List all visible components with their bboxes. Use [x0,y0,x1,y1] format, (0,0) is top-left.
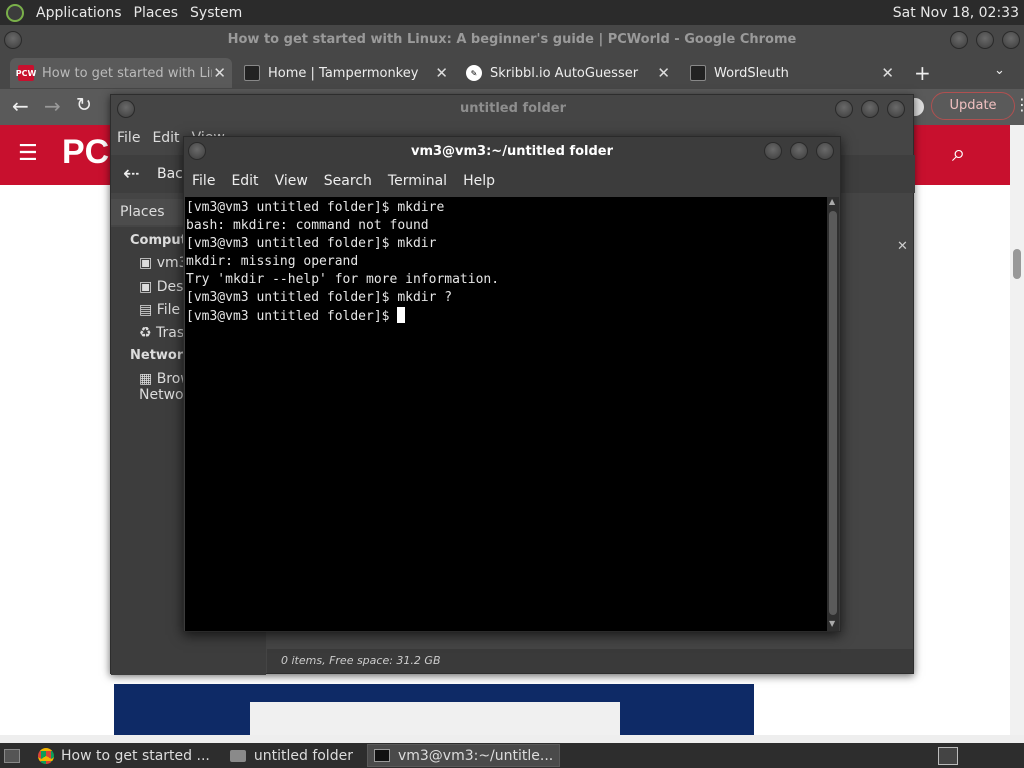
terminal-line: bash: mkdire: command not found [186,218,429,233]
system-menu[interactable]: System [184,5,248,21]
hamburger-menu-icon[interactable]: ☰ [18,141,38,166]
clock[interactable]: Sat Nov 18, 02:33 [893,5,1024,21]
close-tab-icon[interactable]: ✕ [213,64,226,82]
window-menu-button[interactable] [117,100,135,118]
taskbar-item-chrome[interactable]: How to get started ... [32,744,216,767]
minimize-button[interactable] [764,142,782,160]
places-menu[interactable]: Places [128,5,185,21]
window-menu-button[interactable] [4,31,22,49]
window-title: How to get started with Linux: A beginne… [227,32,797,47]
close-button[interactable] [1002,31,1020,49]
pcworld-favicon-icon: PCW [16,65,36,81]
pcworld-logo[interactable]: PC [62,133,109,172]
tab-label: How to get started with Linu [42,65,212,81]
terminal-line: [vm3@vm3 untitled folder]$ mkdir [186,236,437,251]
top-panel: Applications Places System Sat Nov 18, 0… [0,0,1024,25]
forward-arrow-icon[interactable]: → [44,94,61,118]
taskbar-item-file-manager[interactable]: untitled folder [224,744,359,767]
tab-pcworld[interactable]: PCW How to get started with Linu ✕ [10,58,232,88]
terminal-icon [373,749,390,762]
close-tab-icon[interactable]: ✕ [657,64,670,82]
taskbar-item-terminal[interactable]: vm3@vm3:~/untitle... [366,744,561,767]
minimize-button[interactable] [835,100,853,118]
tab-tampermonkey[interactable]: Home | Tampermonkey ✕ [236,58,454,88]
back-arrow-icon[interactable]: ⇠ [123,161,140,185]
search-icon[interactable]: ⌕ [952,139,965,167]
skribbl-favicon-icon: ✎ [466,65,482,81]
terminal-line: mkdir: missing operand [186,254,359,269]
menu-edit[interactable]: Edit [223,173,266,189]
tampermonkey-favicon-icon [244,65,260,81]
terminal-output[interactable]: [vm3@vm3 untitled folder]$ mkdire bash: m… [185,197,827,631]
tab-label: WordSleuth [714,65,789,81]
applications-menu-icon[interactable] [6,3,24,22]
close-button[interactable] [887,100,905,118]
terminal-line: [vm3@vm3 untitled folder]$ mkdire [186,200,445,215]
tab-label: Home | Tampermonkey [268,65,419,81]
maximize-button[interactable] [976,31,994,49]
terminal-line: [vm3@vm3 untitled folder]$ mkdir ? [186,290,453,305]
close-icon[interactable]: ✕ [897,239,908,254]
terminal-prompt: [vm3@vm3 untitled folder]$ [186,309,398,324]
tab-label: Skribbl.io AutoGuesser [490,65,639,81]
terminal-prompt-line[interactable]: [vm3@vm3 untitled folder]$ [186,307,826,326]
tab-skribbl[interactable]: ✎ Skribbl.io AutoGuesser ✕ [458,58,676,88]
wordsleuth-favicon-icon [690,65,706,81]
terminal-window: vm3@vm3:~/untitled folder File Edit View… [183,136,841,632]
back-arrow-icon[interactable]: ← [12,94,29,118]
menu-file[interactable]: File [111,130,146,146]
horizontal-scrollbar[interactable] [0,735,1024,743]
article-image [114,684,754,735]
reload-icon[interactable]: ↻ [76,94,92,116]
menu-file[interactable]: File [184,173,223,189]
more-menu-icon[interactable]: ⋮ [1014,95,1024,114]
show-desktop-icon[interactable] [4,748,20,763]
update-button[interactable]: Update [931,92,1015,120]
tab-search-chevron-icon[interactable]: ⌄ [994,63,1005,78]
folder-icon [229,749,246,762]
close-tab-icon[interactable]: ✕ [435,64,448,82]
status-bar: 0 items, Free space: 31.2 GB [267,649,913,673]
text-cursor [397,307,406,323]
maximize-button[interactable] [790,142,808,160]
menu-search[interactable]: Search [316,173,380,189]
scroll-down-icon[interactable]: ▼ [829,619,835,628]
close-tab-icon[interactable]: ✕ [881,64,894,82]
menu-help[interactable]: Help [455,173,503,189]
screenshot-preview [250,702,620,735]
scroll-up-icon[interactable]: ▲ [829,197,835,206]
menu-terminal[interactable]: Terminal [380,173,455,189]
new-tab-icon[interactable]: + [914,61,931,85]
window-title: vm3@vm3:~/untitled folder [410,144,614,159]
menu-edit[interactable]: Edit [146,130,185,146]
terminal-scrollbar[interactable]: ▲ ▼ [827,197,839,631]
drive-icon: ▤ [139,302,153,318]
minimize-button[interactable] [950,31,968,49]
terminal-line: Try 'mkdir --help' for more information. [186,272,500,287]
menu-view[interactable]: View [267,173,316,189]
tab-wordsleuth[interactable]: WordSleuth ✕ [682,58,900,88]
network-icon: ▦ [139,371,153,387]
window-title: untitled folder [459,101,567,116]
page-scrollbar[interactable] [1010,125,1024,735]
tab-strip: PCW How to get started with Linu ✕ Home … [0,55,1024,89]
scroll-thumb[interactable] [1013,249,1021,279]
applications-menu[interactable]: Applications [30,5,128,21]
trash-icon: ♻ [139,325,152,341]
chrome-icon [38,747,54,764]
menubar: File Edit View Search Terminal Help [184,167,840,195]
workspace-switcher-icon[interactable] [938,746,958,765]
taskbar: How to get started ... untitled folder v… [0,743,1024,768]
home-folder-icon: ▣ [139,255,153,271]
desktop-folder-icon: ▣ [139,279,153,295]
scroll-thumb[interactable] [829,211,837,615]
close-button[interactable] [816,142,834,160]
maximize-button[interactable] [861,100,879,118]
sidebar-item-home[interactable]: ▣ vm3 [139,255,188,271]
